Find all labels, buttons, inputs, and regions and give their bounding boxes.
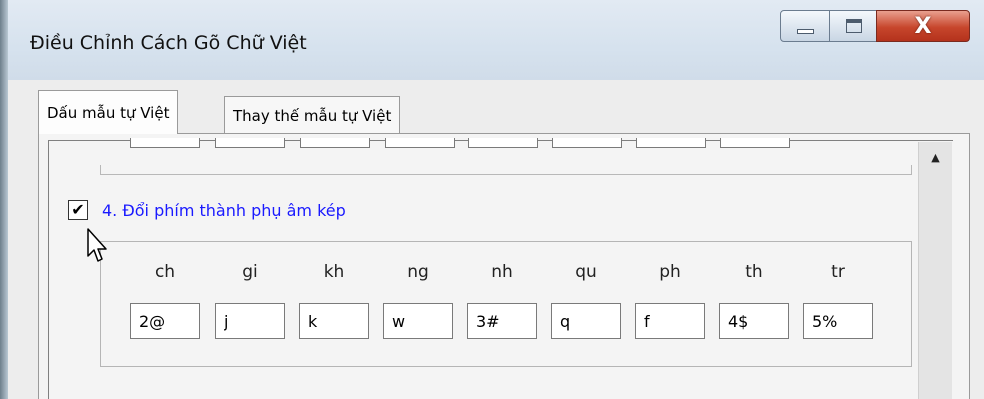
mapping-label-qu: qu bbox=[575, 262, 597, 282]
tab-vietnamese-marks[interactable]: Dấu mẫu tự Việt bbox=[38, 90, 179, 134]
mapping-label-gi: gi bbox=[242, 262, 258, 282]
mapping-label-ph: ph bbox=[659, 262, 681, 282]
mapping-label-ng: ng bbox=[407, 262, 429, 282]
tab-vietnamese-replacement[interactable]: Thay thế mẫu tự Việt bbox=[224, 96, 401, 134]
mapping-input-tr[interactable] bbox=[803, 303, 873, 339]
window-left-edge bbox=[0, 0, 8, 399]
vertical-scrollbar[interactable]: ▲ bbox=[918, 142, 952, 399]
previous-field[interactable] bbox=[385, 138, 455, 148]
mapping-input-nh[interactable] bbox=[467, 303, 537, 339]
maximize-icon bbox=[846, 19, 862, 33]
mapping-input-gi[interactable] bbox=[215, 303, 285, 339]
scroll-up-icon[interactable]: ▲ bbox=[919, 142, 952, 172]
previous-field[interactable] bbox=[720, 138, 790, 148]
window-title: Điều Chỉnh Cách Gõ Chữ Việt bbox=[30, 32, 307, 54]
maximize-button[interactable] bbox=[829, 10, 877, 42]
previous-group-box bbox=[100, 165, 912, 175]
mapping-label-nh: nh bbox=[491, 262, 513, 282]
mapping-input-ph[interactable] bbox=[635, 303, 705, 339]
dialog-window: Điều Chỉnh Cách Gõ Chữ Việt X Dấu mẫu tự… bbox=[0, 0, 984, 399]
mapping-label-tr: tr bbox=[831, 262, 845, 282]
close-button[interactable]: X bbox=[876, 10, 970, 42]
option4-label[interactable]: 4. Đổi phím thành phụ âm kép bbox=[102, 201, 346, 220]
scroll-track[interactable] bbox=[919, 172, 952, 399]
mapping-label-th: th bbox=[745, 262, 763, 282]
previous-field[interactable] bbox=[552, 138, 622, 148]
previous-field[interactable] bbox=[636, 138, 706, 148]
mapping-input-th[interactable] bbox=[719, 303, 789, 339]
mapping-label-kh: kh bbox=[323, 262, 345, 282]
minimize-button[interactable] bbox=[780, 10, 830, 42]
previous-field[interactable] bbox=[215, 138, 285, 148]
mapping-label-ch: ch bbox=[154, 262, 176, 282]
minimize-icon bbox=[797, 29, 814, 34]
mapping-input-qu[interactable] bbox=[551, 303, 621, 339]
mapping-input-ch[interactable] bbox=[130, 303, 200, 339]
previous-field[interactable] bbox=[300, 138, 370, 148]
mapping-input-ng[interactable] bbox=[383, 303, 453, 339]
title-bar[interactable]: Điều Chỉnh Cách Gõ Chữ Việt X bbox=[8, 0, 984, 80]
previous-field[interactable] bbox=[130, 138, 200, 148]
option4-checkbox[interactable]: ✔ bbox=[68, 200, 88, 220]
mapping-input-kh[interactable] bbox=[299, 303, 369, 339]
previous-field[interactable] bbox=[468, 138, 538, 148]
close-icon: X bbox=[914, 13, 932, 39]
arrow-cursor-icon bbox=[87, 228, 107, 262]
